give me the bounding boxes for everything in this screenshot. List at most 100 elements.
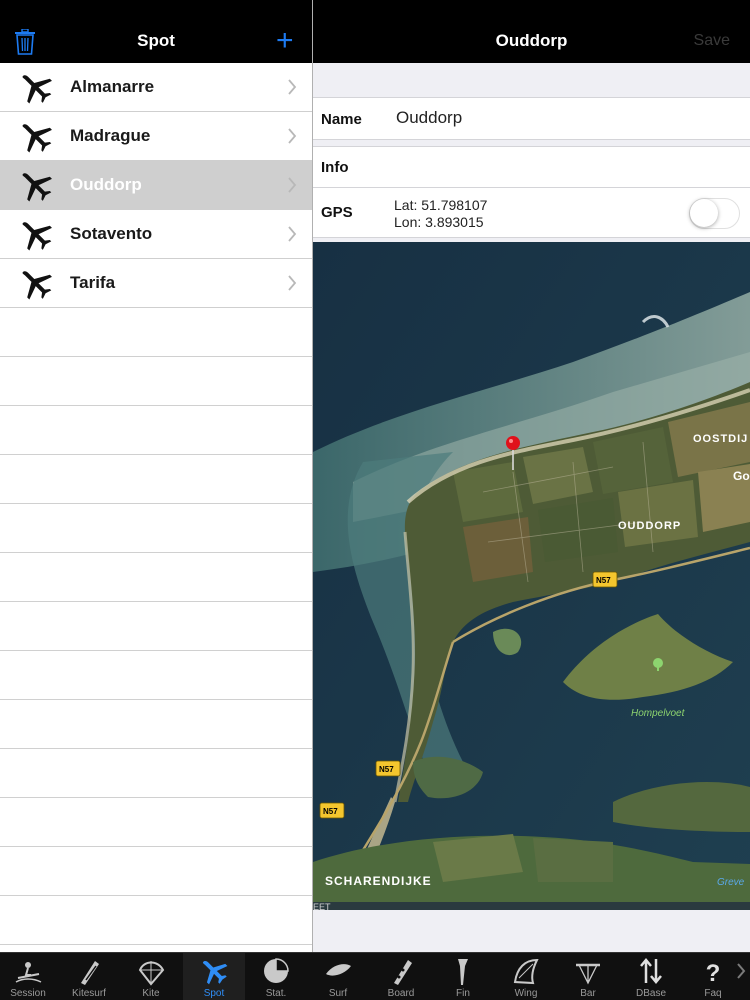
tab-stat[interactable]: Stat.: [245, 953, 307, 1000]
tab-label: Surf: [328, 988, 348, 999]
svg-text:N57: N57: [596, 576, 611, 585]
chevron-right-icon: [288, 275, 297, 291]
spot-row[interactable]: Tarifa: [0, 259, 312, 308]
tab-fin[interactable]: Fin: [432, 953, 494, 1000]
kitesurfer-icon: [15, 962, 42, 983]
tab-board[interactable]: Board: [370, 953, 432, 1000]
tab-label: Kite: [142, 988, 160, 999]
tab-faq[interactable]: ? Faq: [682, 953, 744, 1000]
road-badge-n57: N57: [592, 571, 618, 588]
airplane-icon: [22, 75, 52, 104]
longitude-value: Lon: 3.893015: [394, 214, 484, 230]
tab-dbase[interactable]: DBase: [620, 953, 682, 1000]
chevron-right-icon: [288, 226, 297, 242]
airplane-icon: [22, 271, 52, 300]
spot-row[interactable]: Ouddorp: [0, 161, 312, 210]
spot-row[interactable]: Almanarre: [0, 63, 312, 112]
gps-row: GPS Lat: 51.798107 Lon: 3.893015: [313, 188, 750, 238]
tab-label: Spot: [203, 988, 225, 999]
spot-row[interactable]: Madrague: [0, 112, 312, 161]
info-row[interactable]: Info: [313, 146, 750, 188]
empty-list-row: [0, 700, 312, 749]
map-label-ouddorp: OUDDORP: [618, 520, 681, 532]
name-label: Name: [321, 111, 362, 128]
airplane-icon: [22, 124, 52, 153]
map-label-go: Go: [733, 469, 750, 483]
chevron-right-icon: [288, 128, 297, 144]
map-label-scharendijke: SCHARENDIJKE: [325, 874, 432, 888]
tab-kitesurf[interactable]: Kitesurf: [58, 953, 120, 1000]
spot-label: Ouddorp: [70, 175, 142, 194]
map-label-oostdijk: OOSTDIJ: [693, 433, 748, 445]
save-button[interactable]: Save: [694, 32, 730, 50]
tab-spot[interactable]: Spot: [183, 953, 245, 1000]
airplane-icon: [22, 173, 52, 202]
info-label: Info: [321, 159, 349, 176]
kite-icon: [138, 961, 165, 986]
tab-surf[interactable]: Surf: [307, 953, 369, 1000]
wing-icon: [513, 958, 539, 985]
bottom-tab-bar: Session Kitesurf Kite Spot Stat. Surf Board Fin…: [0, 952, 750, 1000]
tab-wing[interactable]: Wing: [495, 953, 557, 1000]
empty-list-row: [0, 406, 312, 455]
spot-detail-navbar: Ouddorp Save: [313, 0, 750, 63]
pie-chart-icon: [264, 958, 289, 983]
spot-list-panel: Spot + Almanarre Madrague Ouddorp Sotavento…: [0, 0, 312, 952]
tab-bar[interactable]: Bar: [557, 953, 619, 1000]
latitude-value: Lat: 51.798107: [394, 197, 488, 213]
empty-list-row: [0, 896, 312, 945]
spot-label: Tarifa: [70, 273, 116, 292]
map-label-greve: Greve: [717, 877, 745, 888]
road-badge-n57: N57: [375, 760, 401, 777]
empty-list-row: [0, 553, 312, 602]
svg-text:?: ?: [706, 960, 721, 986]
board-icon: [394, 960, 412, 985]
road-badge-n57: N57: [319, 802, 345, 819]
svg-text:N57: N57: [323, 807, 338, 816]
tab-label: Bar: [580, 988, 596, 999]
spot-list-navbar: Spot +: [0, 0, 312, 63]
tab-label: Wing: [514, 988, 538, 999]
tab-label: Fin: [456, 988, 470, 999]
spot-label: Madrague: [70, 126, 151, 145]
spot-detail-panel: Ouddorp Save Name Ouddorp Info GPS Lat: …: [313, 0, 750, 952]
spot-label: Almanarre: [70, 77, 155, 96]
airplane-icon: [202, 961, 228, 985]
fin-icon: [458, 959, 468, 985]
gps-toggle[interactable]: [689, 198, 740, 229]
tab-label: DBase: [635, 988, 666, 999]
tab-session[interactable]: Session: [0, 953, 59, 1000]
gps-label: GPS: [321, 204, 353, 221]
satellite-map[interactable]: OOSTDIJ Go OUDDORP Hompelvoet SCHARENDIJ…: [313, 242, 750, 910]
chevron-right-icon: [288, 177, 297, 193]
add-spot-button[interactable]: +: [276, 26, 294, 56]
control-bar-icon: [576, 963, 600, 985]
airplane-icon: [22, 222, 52, 251]
question-icon: ?: [706, 960, 721, 986]
tab-label: Stat.: [265, 988, 287, 999]
kitesurf-board-icon: [81, 961, 99, 985]
empty-list-row: [0, 651, 312, 700]
empty-list-row: [0, 602, 312, 651]
empty-list-row: [0, 749, 312, 798]
surfboard-icon: [326, 964, 351, 976]
tab-label: Session: [10, 988, 46, 999]
spot-label: Sotavento: [70, 224, 153, 243]
empty-list-row: [0, 504, 312, 553]
tab-kite[interactable]: Kite: [120, 953, 182, 1000]
more-tabs-chevron-icon[interactable]: [736, 962, 746, 980]
spot-detail-title: Ouddorp: [495, 31, 568, 50]
gps-toggle-knob: [690, 199, 718, 227]
svg-text:N57: N57: [379, 765, 394, 774]
empty-list-row: [0, 798, 312, 847]
tab-label: Board: [387, 988, 415, 999]
map-label-hompelvoet: Hompelvoet: [631, 708, 686, 719]
spot-row[interactable]: Sotavento: [0, 210, 312, 259]
empty-list-row: [0, 357, 312, 406]
tab-label: Kitesurf: [72, 988, 106, 999]
sync-arrows-icon: [640, 958, 662, 984]
empty-list-row: [0, 455, 312, 504]
tab-label: Faq: [704, 988, 722, 999]
name-row[interactable]: Name Ouddorp: [313, 97, 750, 140]
name-field[interactable]: Ouddorp: [396, 108, 462, 128]
